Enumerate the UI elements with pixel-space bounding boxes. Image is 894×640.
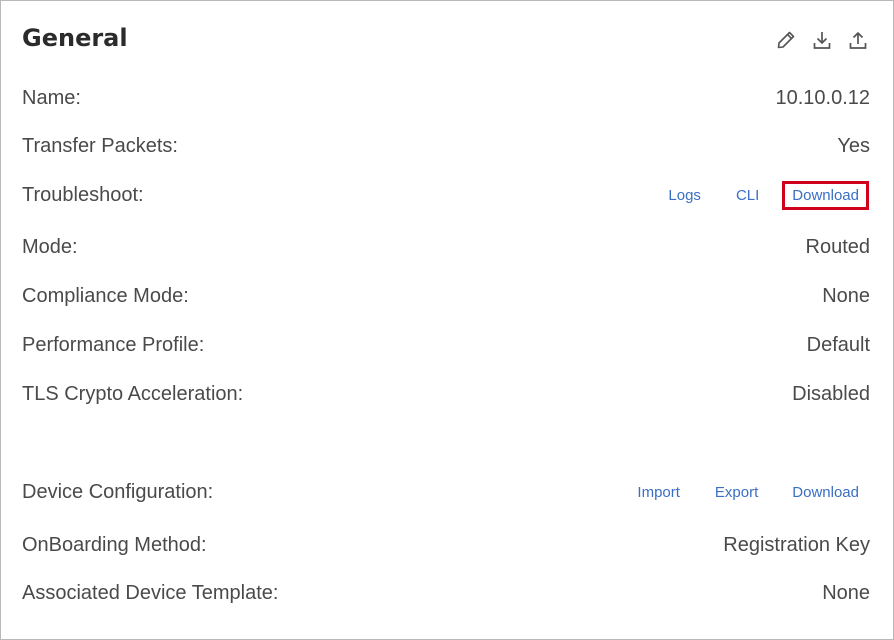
row-tls-crypto: TLS Crypto Acceleration: Disabled xyxy=(22,379,870,409)
onboarding-method-value: Registration Key xyxy=(723,533,870,556)
row-device-configuration: Device Configuration: Import Export Down… xyxy=(22,477,859,507)
row-name: Name: 10.10.0.12 xyxy=(22,83,870,113)
associated-template-value: None xyxy=(822,581,870,604)
upload-button[interactable] xyxy=(847,29,869,51)
troubleshoot-download-link[interactable]: Download xyxy=(782,180,869,210)
device-configuration-links: Import Export Download xyxy=(637,484,859,501)
card-title: General xyxy=(22,24,128,52)
row-transfer-packets: Transfer Packets: Yes xyxy=(22,131,870,161)
row-onboarding-method: OnBoarding Method: Registration Key xyxy=(22,530,870,560)
device-configuration-label: Device Configuration: xyxy=(22,480,214,503)
device-config-import-link[interactable]: Import xyxy=(637,484,680,501)
download-button[interactable] xyxy=(811,29,833,51)
row-mode: Mode: Routed xyxy=(22,232,870,262)
device-config-export-link[interactable]: Export xyxy=(715,484,758,501)
performance-profile-label: Performance Profile: xyxy=(22,333,205,356)
performance-profile-value: Default xyxy=(806,333,870,356)
compliance-mode-value: None xyxy=(822,284,870,307)
transfer-packets-value: Yes xyxy=(837,134,870,157)
mode-label: Mode: xyxy=(22,235,78,258)
row-associated-template: Associated Device Template: None xyxy=(22,578,870,608)
edit-button[interactable] xyxy=(775,29,797,51)
tls-crypto-label: TLS Crypto Acceleration: xyxy=(22,382,244,405)
header-actions xyxy=(775,29,869,51)
general-card: General Name: 10.10.0.12 Transfer Packet… xyxy=(0,0,894,640)
tls-crypto-value: Disabled xyxy=(792,382,870,405)
compliance-mode-label: Compliance Mode: xyxy=(22,284,189,307)
row-performance-profile: Performance Profile: Default xyxy=(22,330,870,360)
troubleshoot-cli-link[interactable]: CLI xyxy=(736,187,759,204)
troubleshoot-logs-link[interactable]: Logs xyxy=(668,187,701,204)
mode-value: Routed xyxy=(805,235,871,258)
troubleshoot-label: Troubleshoot: xyxy=(22,183,144,206)
row-compliance-mode: Compliance Mode: None xyxy=(22,281,870,311)
device-config-download-link[interactable]: Download xyxy=(792,484,859,501)
associated-template-label: Associated Device Template: xyxy=(22,581,279,604)
name-label: Name: xyxy=(22,86,81,109)
row-troubleshoot: Troubleshoot: Logs CLI Download xyxy=(22,180,869,210)
troubleshoot-links: Logs CLI Download xyxy=(668,180,869,210)
onboarding-method-label: OnBoarding Method: xyxy=(22,533,207,556)
download-icon xyxy=(813,32,831,49)
name-value: 10.10.0.12 xyxy=(775,86,870,109)
edit-icon xyxy=(777,31,795,49)
upload-icon xyxy=(849,32,867,49)
transfer-packets-label: Transfer Packets: xyxy=(22,134,178,157)
